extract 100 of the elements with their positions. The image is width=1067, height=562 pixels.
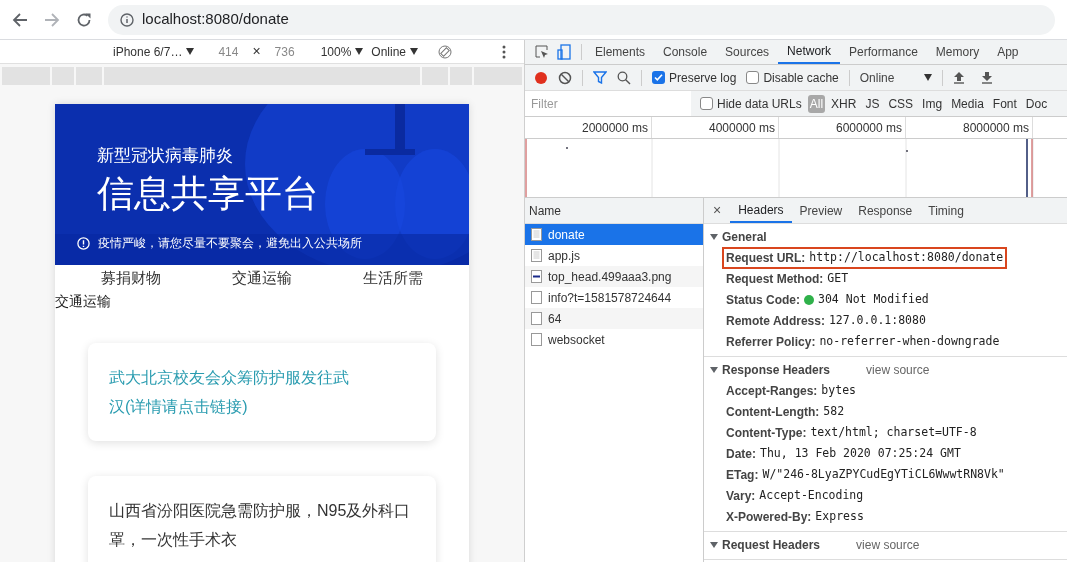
filter-icon[interactable] — [593, 71, 607, 84]
type-filter[interactable]: Media — [951, 94, 984, 113]
height-field[interactable]: 736 — [274, 42, 295, 61]
request-row[interactable]: 64 — [525, 308, 703, 329]
document-icon — [531, 228, 542, 241]
request-row[interactable]: donate — [525, 224, 703, 245]
header-value: Thu, 13 Feb 2020 07:25:24 GMT — [760, 444, 961, 462]
detail-tab[interactable]: Headers — [730, 198, 792, 223]
header-key: Status Code: — [726, 290, 800, 309]
header-key: Request Method: — [726, 269, 824, 288]
caret-icon[interactable] — [710, 540, 718, 549]
detail-tab[interactable]: Preview — [791, 198, 851, 223]
dropdown-caret-icon — [410, 48, 419, 55]
header-value: 304 Not Modified — [818, 290, 929, 308]
throttle-select[interactable]: Online — [371, 42, 419, 61]
detail-tab[interactable]: Response — [850, 198, 921, 223]
blank-file-icon — [531, 333, 542, 346]
type-filter[interactable]: Img — [922, 94, 943, 113]
devtools-tab[interactable]: Sources — [716, 40, 779, 64]
devtools-tab[interactable]: App — [988, 40, 1028, 64]
column-header[interactable]: Name — [525, 198, 703, 224]
header-value: http://localhost:8080/donate — [809, 248, 1004, 266]
device-select[interactable]: iPhone 6/7… — [113, 42, 195, 61]
request-row[interactable]: top_head.499aaa3.png — [525, 266, 703, 287]
warning-icon — [77, 236, 90, 250]
dropdown-caret-icon — [355, 48, 364, 55]
close-button[interactable]: × — [704, 200, 731, 221]
header-key: Request URL: — [726, 248, 806, 267]
header-key: Content-Length: — [726, 402, 820, 421]
device-icon[interactable] — [557, 44, 571, 60]
back-arrow-icon[interactable] — [12, 11, 28, 28]
caret-icon[interactable] — [710, 232, 718, 241]
zoom-select[interactable]: 100% — [320, 42, 364, 61]
image-file-icon — [531, 270, 542, 283]
type-filter[interactable]: XHR — [831, 94, 857, 113]
header-value: W/"246-8LyaZPYCudEgYTiCL6WwwtRN8Vk" — [762, 465, 1005, 483]
url-text: localhost:8080/donate — [142, 9, 289, 30]
search-icon[interactable] — [617, 70, 631, 85]
detail-tab[interactable]: Timing — [920, 198, 972, 223]
width-field[interactable]: 414 — [218, 42, 239, 61]
type-filter[interactable]: Font — [992, 94, 1017, 113]
timeline-tick: 2000000 ms — [525, 117, 652, 138]
devtools-tab[interactable]: Performance — [840, 40, 927, 64]
filter-field[interactable]: Filter — [525, 91, 691, 116]
category-tab[interactable]: 募捐财物 — [100, 266, 161, 290]
banner-subtitle: 新型冠状病毒肺炎 — [97, 146, 234, 166]
header-value: Accept-Encoding — [759, 486, 864, 504]
header-key: Remote Address: — [726, 311, 825, 330]
clear-icon[interactable] — [558, 70, 572, 85]
checkbox-label: Preserve log — [669, 69, 737, 87]
dropdown-caret-icon — [186, 48, 195, 55]
devtools-tab[interactable]: Console — [654, 40, 717, 64]
header-value: 582 — [823, 402, 845, 420]
header-value: 127.0.0.1:8080 — [828, 311, 926, 329]
header-value: no-referrer-when-downgrade — [819, 332, 1000, 350]
timeline-tick: 8000000 ms — [906, 117, 1033, 138]
banner-title: 信息共享平台 — [97, 172, 320, 216]
timeline-tick: 4000000 ms — [652, 117, 779, 138]
header-key: Referrer Policy: — [726, 332, 816, 351]
record-icon[interactable] — [534, 70, 548, 85]
address-bar[interactable]: localhost:8080/donate — [108, 4, 1055, 35]
header-key: Accept-Ranges: — [726, 381, 818, 400]
checkbox[interactable] — [700, 97, 713, 110]
more-icon[interactable] — [502, 44, 507, 59]
type-filter[interactable]: JS — [865, 94, 880, 113]
inspect-icon[interactable] — [535, 45, 549, 59]
section-heading[interactable]: General — [722, 227, 767, 246]
info-icon[interactable] — [120, 12, 134, 27]
dropdown-caret-icon — [923, 74, 932, 81]
document-icon — [531, 249, 542, 262]
type-filter[interactable]: Doc — [1025, 94, 1048, 113]
devtools-tab[interactable]: Memory — [926, 40, 989, 64]
card-text: 山西省汾阳医院急需防护服，N95及外科口罩，一次性手术衣 — [109, 501, 412, 550]
checkbox[interactable] — [652, 71, 665, 84]
view-source-link[interactable]: view source — [866, 360, 930, 379]
category-tab[interactable]: 交通运输 — [232, 266, 292, 290]
header-key: X-Powered-By: — [726, 507, 812, 526]
header-value: GET — [827, 269, 849, 287]
reload-icon[interactable] — [76, 11, 92, 28]
times-sign: × — [252, 42, 261, 61]
view-source-link[interactable]: view source — [856, 535, 920, 554]
type-filter[interactable]: CSS — [888, 94, 914, 113]
rotate-icon[interactable] — [438, 44, 453, 59]
download-icon[interactable] — [980, 71, 993, 84]
devtools-tab[interactable]: Elements — [586, 40, 655, 64]
header-value: bytes — [821, 381, 856, 399]
header-key: Date: — [726, 444, 756, 463]
category-tab[interactable]: 生活所需 — [363, 266, 424, 290]
header-value: text/html; charset=UTF-8 — [810, 423, 977, 441]
section-title: 交通运输 — [55, 293, 112, 309]
notice-text: 疫情严峻，请您尽量不要聚会，避免出入公共场所 — [98, 235, 362, 252]
checkbox-label: Disable cache — [763, 69, 839, 87]
section-heading[interactable]: Response Headers — [722, 360, 831, 379]
header-key: Vary: — [726, 486, 756, 505]
caret-icon[interactable] — [710, 365, 718, 374]
header-value: Express — [815, 507, 864, 525]
section-heading[interactable]: Request Headers — [722, 535, 821, 554]
upload-icon[interactable] — [952, 71, 965, 84]
throttle-select[interactable]: Online — [859, 68, 932, 87]
checkbox[interactable] — [746, 71, 760, 84]
